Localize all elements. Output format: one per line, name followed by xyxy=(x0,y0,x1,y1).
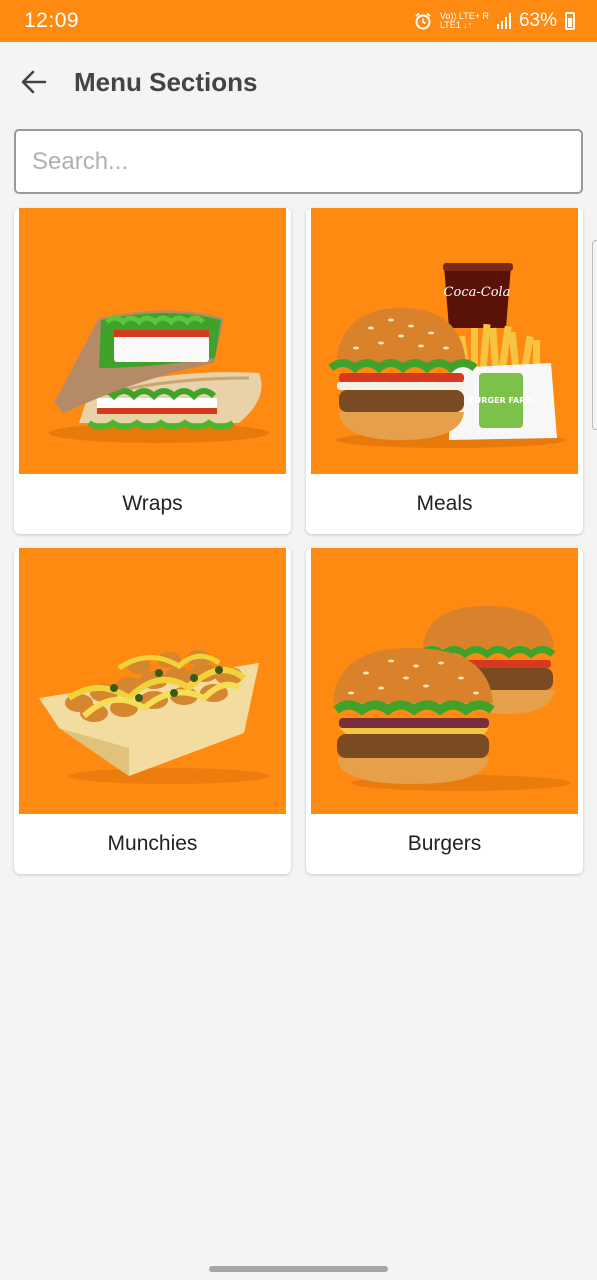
section-label: Wraps xyxy=(122,492,183,515)
search-input[interactable] xyxy=(32,147,581,176)
app-bar: Menu Sections xyxy=(0,42,597,122)
alarm-icon xyxy=(415,12,431,30)
section-label: Burgers xyxy=(407,832,482,855)
battery-percent: 63% xyxy=(518,10,557,31)
network-line-2: LTE1 ↓↑ xyxy=(439,20,473,30)
home-indicator[interactable] xyxy=(209,1266,388,1272)
section-card-wraps[interactable]: Wraps xyxy=(14,208,291,534)
status-time: 12:09 xyxy=(24,9,80,32)
section-label: Meals xyxy=(416,492,473,515)
fries-brand-text: BURGER FARM xyxy=(469,396,534,405)
wraps-image xyxy=(19,208,286,474)
page-title: Menu Sections xyxy=(74,66,258,97)
section-card-burgers[interactable]: Burgers xyxy=(306,548,583,874)
status-icons: Vo)) LTE+ R LTE1 ↓↑ 63% xyxy=(414,10,575,32)
edge-panel-handle[interactable] xyxy=(592,240,597,430)
section-card-meals[interactable]: Coca-Cola BURGER FARM Meals xyxy=(306,208,583,534)
back-button[interactable] xyxy=(2,42,66,122)
cola-brand-text: Coca-Cola xyxy=(444,285,511,300)
status-bar: 12:09 Vo)) LTE+ R LTE1 ↓↑ 63% xyxy=(0,0,597,42)
signal-icon xyxy=(496,13,511,29)
meals-image: Coca-Cola BURGER FARM xyxy=(311,208,578,474)
section-card-munchies[interactable]: Munchies xyxy=(14,548,291,874)
munchies-image xyxy=(19,548,286,814)
menu-sections-grid: Wraps Coca-Cola BURGER FARM Meals Munchi… xyxy=(14,208,583,874)
section-label: Munchies xyxy=(107,832,198,855)
arrow-left-icon xyxy=(21,70,47,94)
network-indicator: Vo)) LTE+ R LTE1 ↓↑ xyxy=(440,12,489,30)
search-box[interactable] xyxy=(14,129,583,194)
battery-icon xyxy=(565,12,575,30)
burgers-image xyxy=(311,548,578,814)
